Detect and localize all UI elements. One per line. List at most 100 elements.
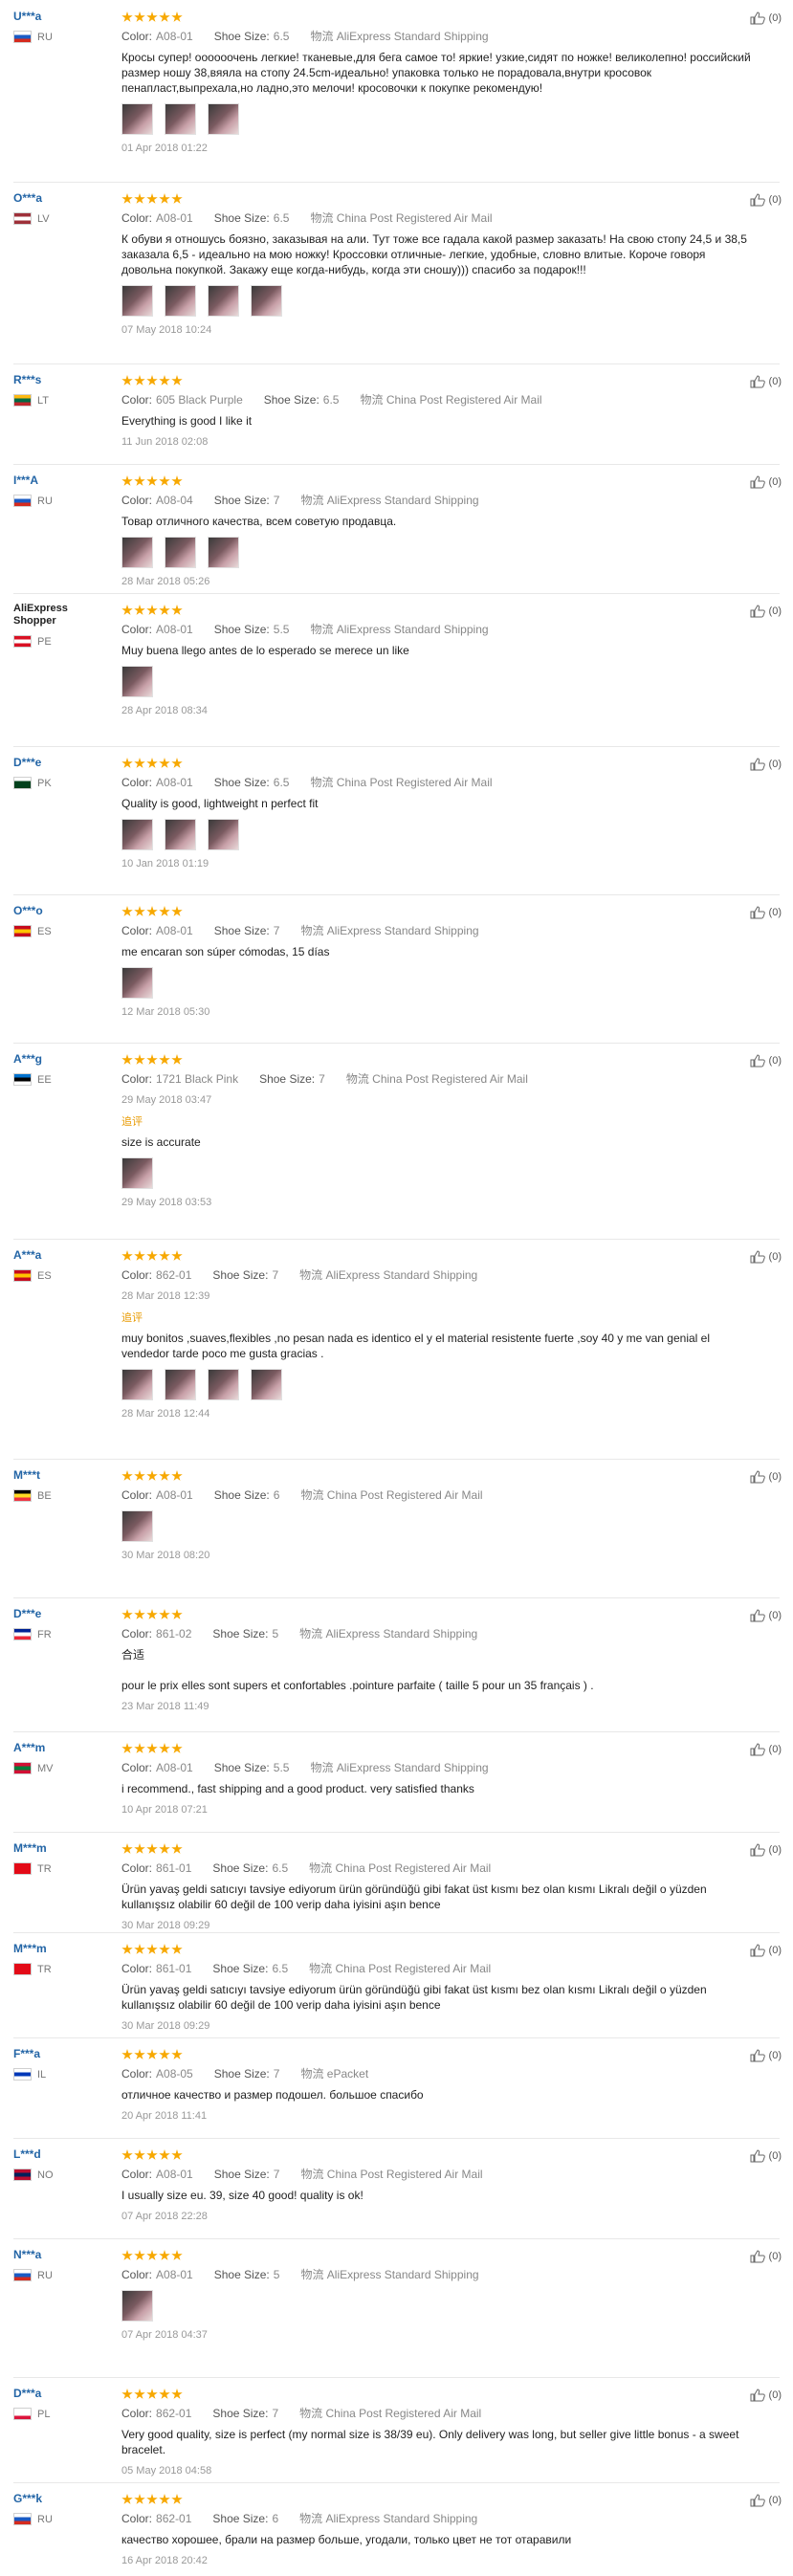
- helpful-button[interactable]: (0): [750, 2494, 782, 2507]
- helpful-button[interactable]: (0): [750, 605, 782, 618]
- review-divider: [13, 2238, 780, 2239]
- helpful-button[interactable]: (0): [750, 475, 782, 489]
- thumbs-up-icon[interactable]: [750, 2494, 765, 2507]
- helpful-button[interactable]: (0): [750, 1609, 782, 1622]
- reviewer-info: M***t BE: [13, 1468, 109, 1502]
- review-photo-thumbnail[interactable]: [165, 819, 196, 850]
- review-photo-thumbnail[interactable]: [121, 2290, 153, 2322]
- review-photo-thumbnail[interactable]: [165, 1369, 196, 1400]
- thumbs-up-icon[interactable]: [750, 2250, 765, 2263]
- review-photo-thumbnail[interactable]: [165, 285, 196, 317]
- star-icon: [121, 2049, 133, 2059]
- review-date: 20 Apr 2018 11:41: [121, 2110, 208, 2122]
- star-icon: [159, 1250, 170, 1261]
- helpful-button[interactable]: (0): [750, 2149, 782, 2163]
- review-photo-thumbnail[interactable]: [208, 819, 239, 850]
- thumbs-up-icon[interactable]: [750, 1944, 765, 1957]
- review-photo-thumbnail[interactable]: [208, 537, 239, 568]
- thumbs-up-icon[interactable]: [750, 1054, 765, 1068]
- review-photo-thumbnail[interactable]: [121, 285, 153, 317]
- review-photo-thumbnail[interactable]: [121, 819, 153, 850]
- size-info: Shoe Size: 7: [214, 2168, 280, 2181]
- review-photo-thumbnail[interactable]: [121, 1157, 153, 1189]
- review-body: Color: 861-01 Shoe Size: 6.5 物流 China Post R…: [121, 1944, 755, 2032]
- review-photo-thumbnail[interactable]: [251, 1369, 282, 1400]
- review-photo-thumbnail[interactable]: [208, 103, 239, 135]
- helpful-button[interactable]: (0): [750, 1944, 782, 1957]
- reviewer-country: PL: [13, 2408, 109, 2420]
- star-icon: [146, 1250, 158, 1261]
- size-info: Shoe Size: 7: [212, 1268, 278, 1282]
- reviewer-name: D***e: [13, 1607, 42, 1620]
- shipping-method: 物流 AliExpress Standard Shipping: [300, 924, 479, 937]
- thumbs-up-icon[interactable]: [750, 2389, 765, 2402]
- review-photo-thumbnail[interactable]: [208, 1369, 239, 1400]
- color-value: A08-04: [156, 494, 193, 507]
- thumbs-up-icon[interactable]: [750, 758, 765, 771]
- country-flag-icon: [13, 635, 32, 648]
- review-photo-thumbnail[interactable]: [251, 285, 282, 317]
- review-text: Ürün yavaş geldi satıcıyı tavsiye ediyor…: [121, 1983, 707, 2012]
- review-photo-thumbnail[interactable]: [121, 537, 153, 568]
- thumbs-up-icon[interactable]: [750, 1843, 765, 1857]
- thumbs-up-icon[interactable]: [750, 906, 765, 919]
- star-icon: [121, 1609, 133, 1619]
- thumbs-up-icon[interactable]: [750, 2149, 765, 2163]
- helpful-button[interactable]: (0): [750, 758, 782, 771]
- helpful-button[interactable]: (0): [750, 2250, 782, 2263]
- review-photo-thumbnail[interactable]: [165, 537, 196, 568]
- helpful-button[interactable]: (0): [750, 1250, 782, 1264]
- helpful-button[interactable]: (0): [750, 906, 782, 919]
- shipping-method: 物流 AliExpress Standard Shipping: [310, 1761, 489, 1774]
- review-photos: [121, 537, 755, 568]
- helpful-button[interactable]: (0): [750, 1054, 782, 1068]
- helpful-button[interactable]: (0): [750, 193, 782, 207]
- helpful-button[interactable]: (0): [750, 2389, 782, 2402]
- review-photo-thumbnail[interactable]: [165, 103, 196, 135]
- thumbs-up-icon[interactable]: [750, 11, 765, 25]
- review-photo-thumbnail[interactable]: [121, 103, 153, 135]
- country-flag-icon: [13, 2513, 32, 2525]
- additional-feedback-text: muy bonitos ,suaves,flexibles ,no pesan …: [121, 1332, 711, 1360]
- star-rating: [121, 1470, 755, 1483]
- review-photo-thumbnail[interactable]: [121, 967, 153, 999]
- review-body: Color: A08-01 Shoe Size: 6.5 物流 China Post R…: [121, 193, 755, 336]
- thumbs-up-icon[interactable]: [750, 1470, 765, 1484]
- thumbs-up-icon[interactable]: [750, 605, 765, 618]
- reviewer-country: RU: [13, 31, 109, 43]
- country-flag-icon: [13, 1762, 32, 1774]
- helpful-button[interactable]: (0): [750, 1743, 782, 1756]
- review-date: 07 Apr 2018 22:28: [121, 2211, 208, 2222]
- review-divider: [13, 2037, 780, 2038]
- color-value: A08-01: [156, 2168, 193, 2181]
- reviewer-info: D***e PK: [13, 756, 109, 789]
- review-body: Color: 861-01 Shoe Size: 6.5 物流 China Post R…: [121, 1843, 755, 1931]
- helpful-button[interactable]: (0): [750, 1470, 782, 1484]
- star-icon: [171, 2149, 183, 2160]
- thumbs-up-icon[interactable]: [750, 1743, 765, 1756]
- star-icon: [146, 758, 158, 768]
- size-value: 5: [273, 2268, 280, 2281]
- thumbs-up-icon[interactable]: [750, 193, 765, 207]
- star-icon: [159, 475, 170, 486]
- star-rating: [121, 2389, 755, 2401]
- star-rating: [121, 1054, 755, 1067]
- thumbs-up-icon[interactable]: [750, 1250, 765, 1264]
- thumbs-up-icon[interactable]: [750, 2049, 765, 2062]
- shipping-method: 物流 China Post Registered Air Mail: [300, 1488, 483, 1502]
- reviewer-country: TR: [13, 1862, 109, 1875]
- helpful-button[interactable]: (0): [750, 11, 782, 25]
- star-icon: [171, 906, 183, 916]
- helpful-button[interactable]: (0): [750, 375, 782, 388]
- review-photo-thumbnail[interactable]: [121, 666, 153, 697]
- review-photo-thumbnail[interactable]: [121, 1369, 153, 1400]
- thumbs-up-icon[interactable]: [750, 1609, 765, 1622]
- review-photo-thumbnail[interactable]: [208, 285, 239, 317]
- order-info: Color: A08-01 Shoe Size: 5.5 物流 AliExpress S…: [121, 623, 755, 637]
- helpful-button[interactable]: (0): [750, 1843, 782, 1857]
- review-date: 30 Mar 2018 08:20: [121, 1550, 210, 1561]
- thumbs-up-icon[interactable]: [750, 475, 765, 489]
- review-photo-thumbnail[interactable]: [121, 1510, 153, 1542]
- helpful-button[interactable]: (0): [750, 2049, 782, 2062]
- thumbs-up-icon[interactable]: [750, 375, 765, 388]
